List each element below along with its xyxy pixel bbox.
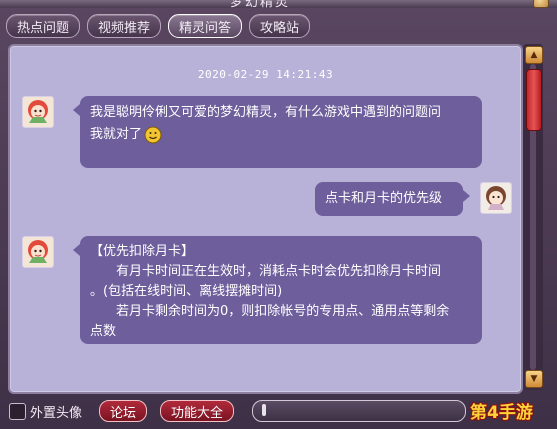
title-bar: 梦幻精灵 bbox=[0, 0, 557, 8]
tab-bar: 热点问题 视频推荐 精灵问答 攻略站 bbox=[6, 14, 311, 38]
message-line: 我就对了 bbox=[90, 127, 143, 142]
close-icon[interactable] bbox=[533, 0, 549, 8]
sprite-avatar bbox=[22, 96, 54, 128]
chat-input-caret bbox=[262, 404, 266, 416]
forum-button[interactable]: 论坛 bbox=[99, 400, 148, 422]
message-line: 点卡和月卡的优先级 bbox=[325, 191, 443, 206]
message-line: 【优先扣除月卡】 bbox=[90, 244, 195, 259]
features-button[interactable]: 功能大全 bbox=[160, 400, 235, 422]
chat-panel: 2020-02-29 14:21:43 我是聪明伶俐又可爱的梦幻精灵，有什么游戏… bbox=[8, 44, 523, 394]
player-avatar bbox=[480, 182, 512, 214]
window-title: 梦幻精灵 bbox=[230, 0, 291, 8]
chat-input[interactable] bbox=[252, 400, 466, 422]
smile-icon bbox=[144, 126, 162, 144]
message-timestamp: 2020-02-29 14:21:43 bbox=[197, 68, 334, 81]
message-line: 有月卡时间正在生效时，消耗点卡时会优先扣除月卡时间 bbox=[90, 264, 442, 279]
scroll-down-icon[interactable]: ▼ bbox=[525, 370, 543, 388]
player-message-bubble: 点卡和月卡的优先级 bbox=[315, 182, 470, 216]
message-line: 若月卡剩余时间为0，则扣除帐号的专用点、通用点等剩余 bbox=[90, 304, 450, 319]
external-avatar-label: 外置头像 bbox=[30, 406, 83, 421]
message-line: 。(包括在线时间、离线摆摊时间) bbox=[90, 284, 283, 299]
sprite-avatar bbox=[22, 236, 54, 268]
watermark-logo: 第4手游 bbox=[470, 403, 533, 423]
sprite-message-bubble: 我是聪明伶俐又可爱的梦幻精灵，有什么游戏中遇到的问题问 我就对了 bbox=[73, 96, 482, 168]
tab-sprite-qa[interactable]: 精灵问答 bbox=[168, 14, 243, 38]
scroll-thumb[interactable] bbox=[526, 69, 542, 131]
sprite-message-bubble: 【优先扣除月卡】 有月卡时间正在生效时，消耗点卡时会优先扣除月卡时间 。(包括在… bbox=[73, 236, 482, 344]
chat-scrollbar[interactable]: ▲ ▼ bbox=[523, 44, 543, 390]
message-line: 我是聪明伶俐又可爱的梦幻精灵，有什么游戏中遇到的问题问 bbox=[90, 105, 442, 120]
external-avatar-checkbox[interactable] bbox=[9, 403, 26, 420]
sprite-window: 梦幻精灵 热点问题 视频推荐 精灵问答 攻略站 2020-02-29 14:21… bbox=[0, 0, 557, 429]
tab-hot-questions[interactable]: 热点问题 bbox=[6, 14, 81, 38]
message-line: 点数 bbox=[90, 324, 117, 339]
scroll-up-icon[interactable]: ▲ bbox=[525, 46, 543, 64]
tab-guide-station[interactable]: 攻略站 bbox=[249, 14, 311, 38]
tab-video-recommend[interactable]: 视频推荐 bbox=[87, 14, 162, 38]
